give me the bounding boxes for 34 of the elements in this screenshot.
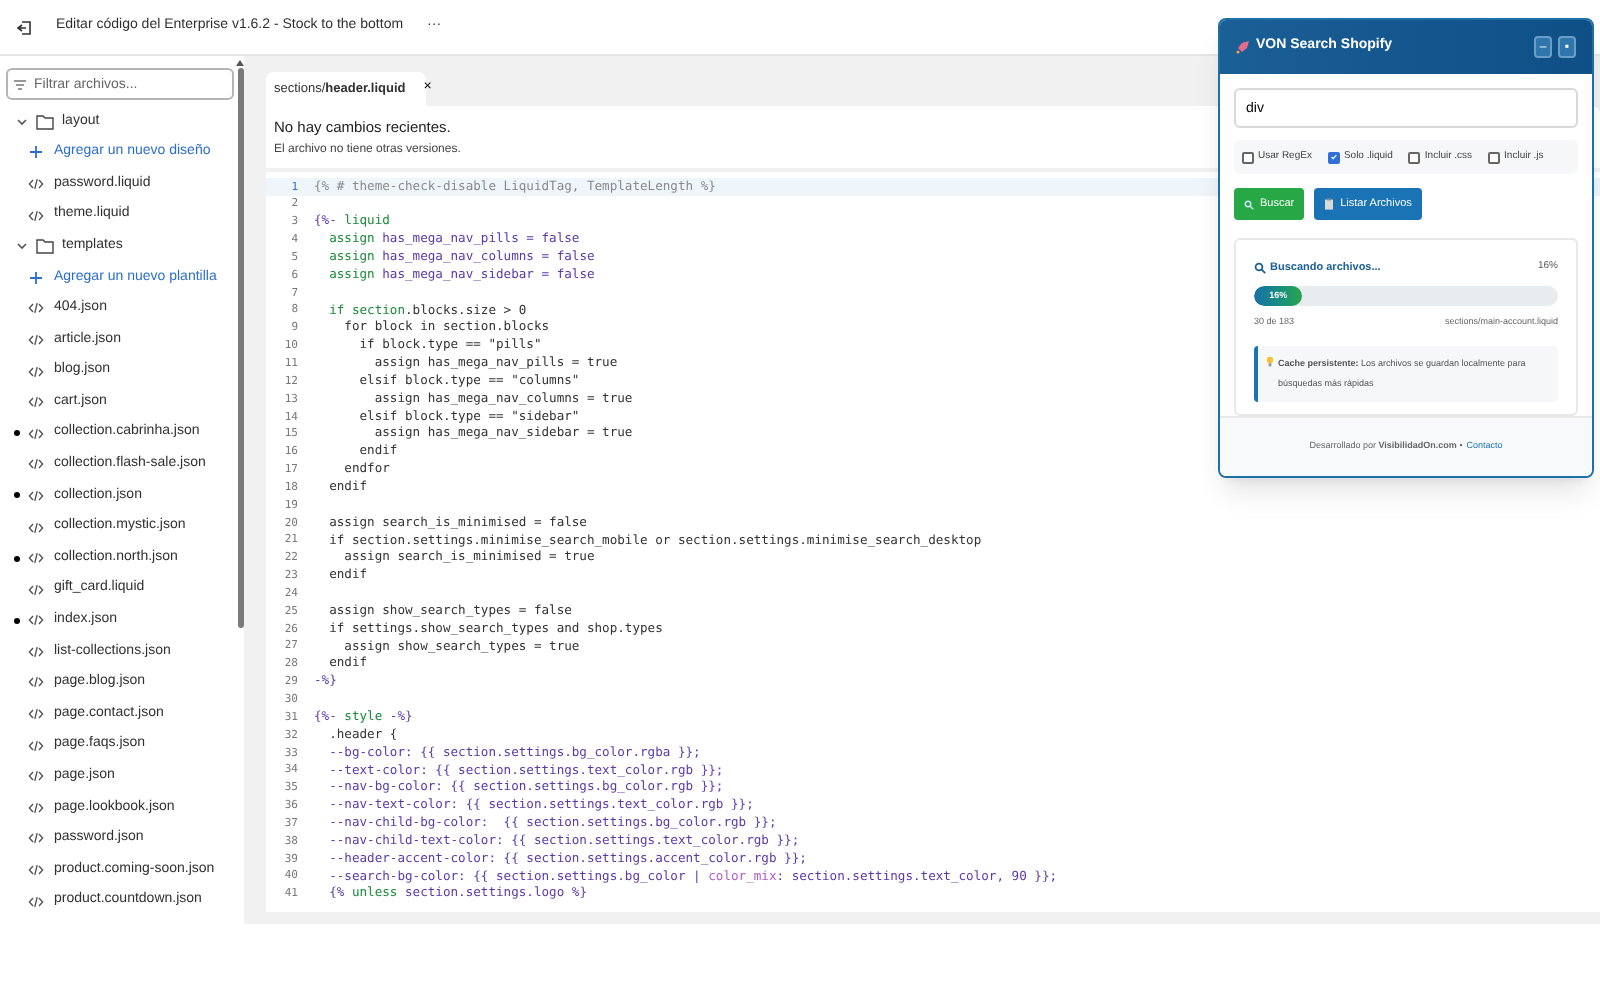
search-icon — [1244, 199, 1254, 209]
code-icon — [28, 708, 44, 721]
code-icon — [28, 177, 44, 190]
folder-icon — [36, 238, 54, 255]
code-icon — [28, 209, 44, 222]
code-icon — [28, 770, 44, 783]
code-icon — [28, 489, 44, 502]
code-icon — [28, 396, 44, 409]
code-icon — [28, 583, 44, 596]
exit-icon[interactable] — [16, 19, 32, 35]
code-icon — [28, 458, 44, 471]
folder-icon — [36, 113, 54, 130]
search-icon — [1254, 262, 1266, 275]
code-icon — [28, 801, 44, 814]
rocket-icon — [1236, 40, 1250, 54]
code-icon — [28, 333, 44, 346]
code-icon — [28, 645, 44, 658]
code-icon — [28, 552, 44, 565]
code-icon — [28, 614, 44, 627]
clipboard-icon — [1324, 198, 1335, 210]
code-icon — [28, 864, 44, 877]
checkmark-icon — [1329, 152, 1338, 162]
plus-icon — [30, 146, 42, 159]
filter-icon — [14, 79, 26, 89]
lightbulb-icon — [1266, 356, 1274, 368]
code-icon — [28, 521, 44, 534]
code-icon — [28, 365, 44, 378]
code-icon — [28, 832, 44, 845]
plus-icon — [30, 271, 42, 284]
code-icon — [28, 895, 44, 908]
code-icon — [28, 739, 44, 752]
code-icon — [28, 676, 44, 689]
code-icon — [28, 302, 44, 315]
code-icon — [28, 427, 44, 440]
